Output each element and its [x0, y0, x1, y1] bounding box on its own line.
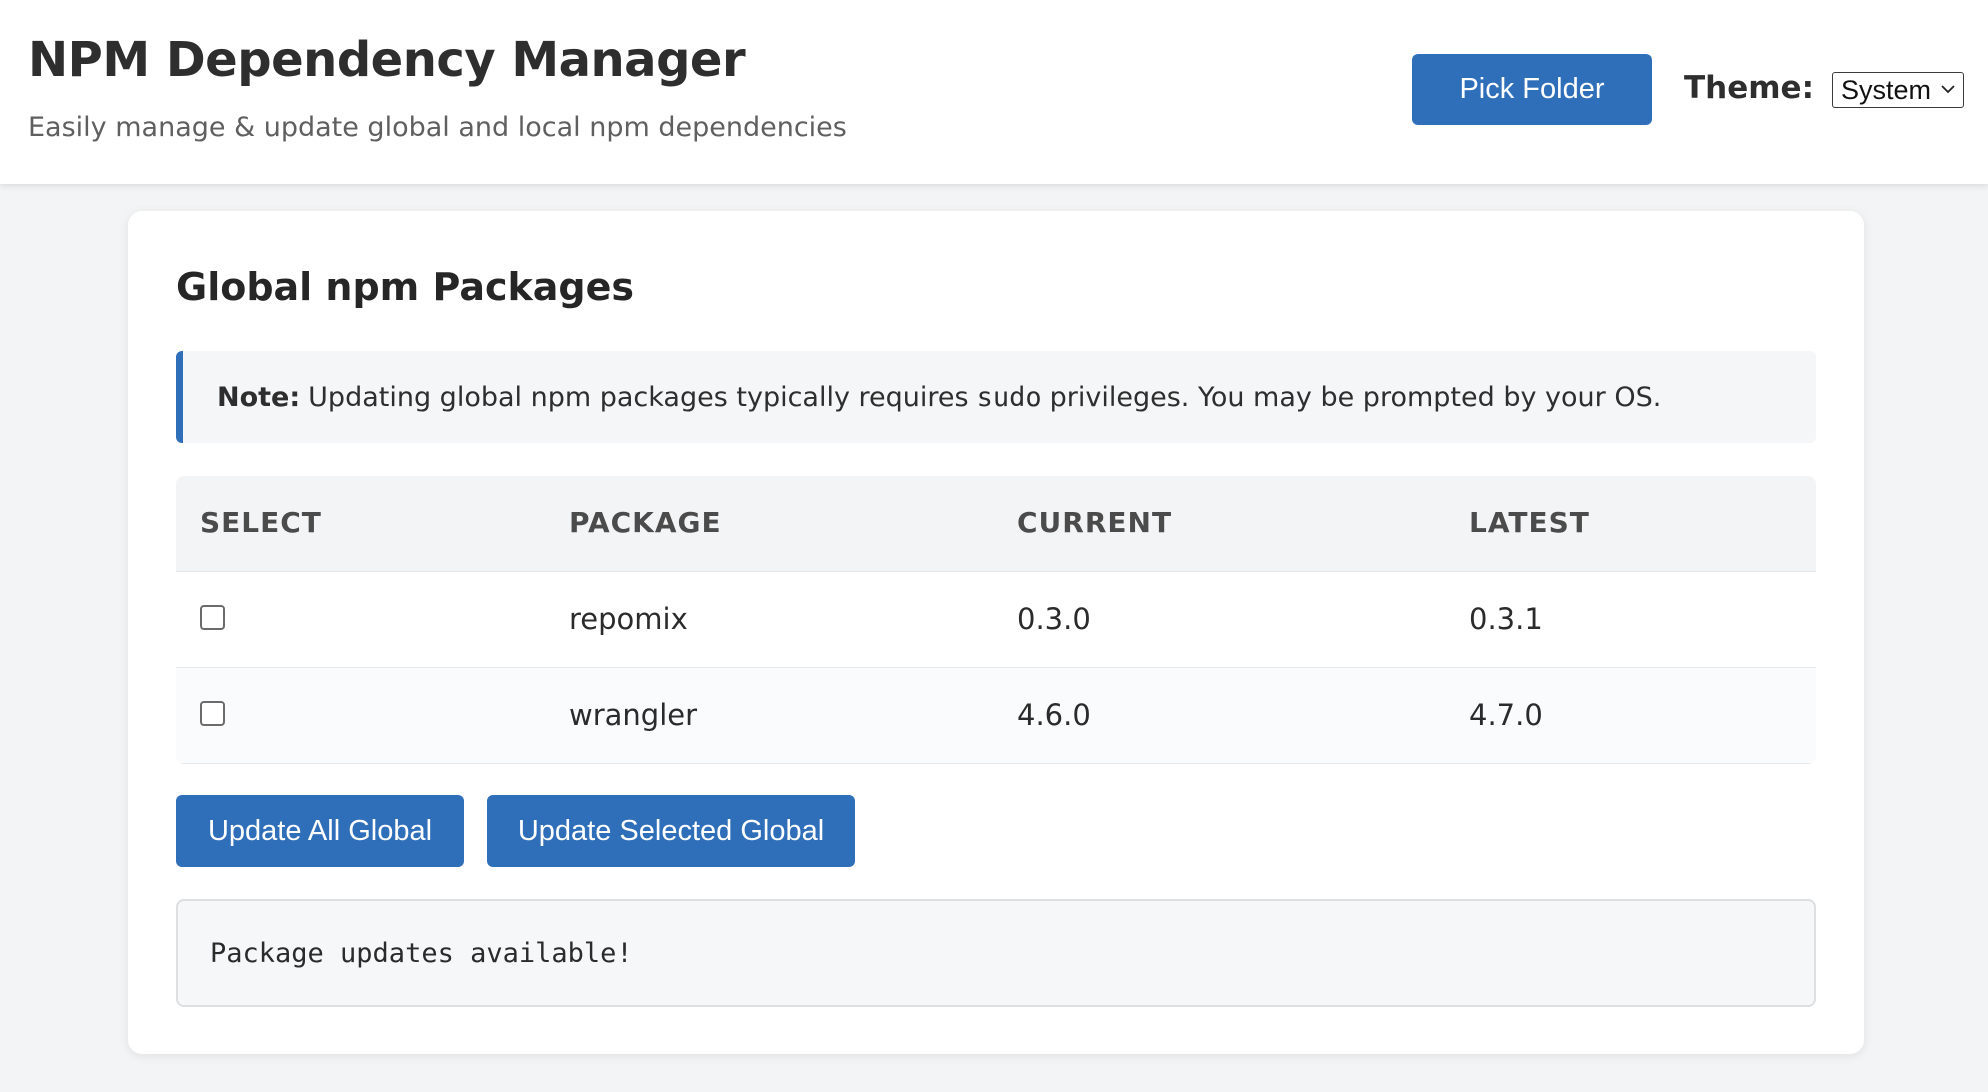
theme-select-value: System: [1841, 74, 1932, 105]
current-version: 4.6.0: [1017, 698, 1091, 732]
theme-label: Theme:: [1684, 70, 1814, 106]
table-header: SELECT PACKAGE CURRENT LATEST: [176, 476, 1816, 572]
app-header: NPM Dependency Manager Easily manage & u…: [0, 0, 1988, 184]
app-subtitle: Easily manage & update global and local …: [28, 112, 847, 143]
section-title: Global npm Packages: [176, 265, 635, 309]
latest-version: 4.7.0: [1469, 698, 1543, 732]
update-selected-global-button[interactable]: Update Selected Global: [487, 795, 855, 867]
latest-version: 0.3.1: [1469, 602, 1543, 636]
note-text-before: Updating global npm packages typically r…: [308, 381, 969, 413]
row-select-checkbox[interactable]: [200, 605, 225, 630]
output-log: Package updates available!: [176, 899, 1816, 1007]
column-header-package: PACKAGE: [569, 506, 722, 539]
app-title: NPM Dependency Manager: [28, 32, 746, 88]
pick-folder-button[interactable]: Pick Folder: [1412, 54, 1652, 125]
note-code: sudo: [976, 381, 1042, 413]
sudo-note: Note: Updating global npm packages typic…: [176, 351, 1816, 443]
current-version: 0.3.0: [1017, 602, 1091, 636]
global-packages-table: SELECT PACKAGE CURRENT LATEST repomix 0.…: [176, 476, 1816, 764]
chevron-down-icon: [1941, 85, 1955, 94]
package-name: repomix: [569, 602, 688, 636]
note-label: Note:: [217, 381, 301, 413]
note-text-after: privileges. You may be prompted by your …: [1049, 381, 1662, 413]
column-header-latest: LATEST: [1469, 506, 1590, 539]
column-header-current: CURRENT: [1017, 506, 1173, 539]
table-row: wrangler 4.6.0 4.7.0: [176, 668, 1816, 764]
theme-select[interactable]: System: [1832, 72, 1964, 108]
package-name: wrangler: [569, 698, 698, 732]
update-all-global-button[interactable]: Update All Global: [176, 795, 464, 867]
column-header-select: SELECT: [200, 506, 322, 539]
global-packages-card: Global npm Packages Note: Updating globa…: [128, 211, 1864, 1054]
table-row: repomix 0.3.0 0.3.1: [176, 572, 1816, 668]
row-select-checkbox[interactable]: [200, 701, 225, 726]
